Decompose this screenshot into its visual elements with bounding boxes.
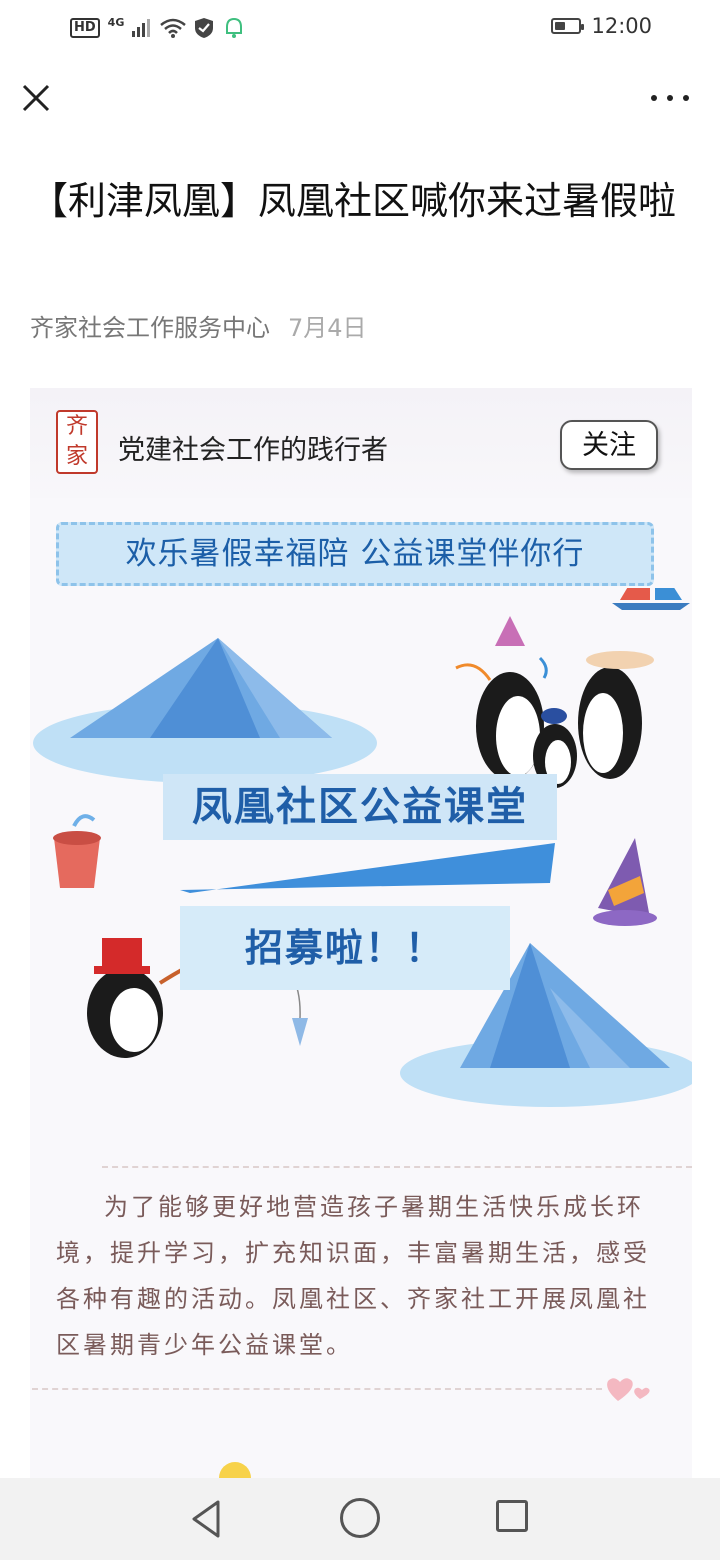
status-right: 12:00: [551, 14, 652, 38]
account-name: 党建社会工作的践行者: [118, 435, 388, 466]
sailboat-icon: [612, 588, 690, 610]
recent-apps-icon[interactable]: [496, 1500, 528, 1532]
back-icon[interactable]: [184, 1496, 230, 1542]
publish-date: 7月4日: [288, 314, 367, 342]
article-title: 【利津凤凰】凤凰社区喊你来过暑假啦: [30, 179, 677, 223]
system-nav-bar: [0, 1478, 720, 1560]
top-nav: [0, 60, 720, 136]
author-link[interactable]: 齐家社会工作服务中心: [30, 314, 270, 342]
home-icon[interactable]: [340, 1498, 380, 1538]
more-icon[interactable]: [648, 84, 692, 112]
party-hat-icon: [593, 838, 657, 926]
divider-bottom: [32, 1388, 602, 1390]
shield-icon: [195, 18, 214, 38]
penguin-family-icon: [455, 616, 654, 788]
signal-icon: [132, 19, 151, 37]
close-icon[interactable]: [18, 80, 54, 116]
headline-band: 凤凰社区公益课堂: [163, 774, 557, 840]
article-meta: 齐家社会工作服务中心 7月4日: [30, 308, 367, 343]
sun-icon: [219, 1462, 251, 1480]
poster-illustration: [33, 588, 692, 1107]
battery-icon: [551, 18, 585, 34]
poster-image: 齐 家 党建社会工作的践行者 关注 欢乐暑假幸福陪 公益课堂伴你行 凤凰社区公益…: [30, 388, 692, 1480]
battery-fill: [555, 22, 566, 30]
recruit-band: 招募啦！！: [180, 906, 510, 990]
ribbon-shape: [180, 843, 555, 893]
slogan-banner: 欢乐暑假幸福陪 公益课堂伴你行: [56, 522, 654, 586]
status-left: HD 4G: [70, 16, 246, 40]
logo-text-top: 齐: [65, 414, 88, 439]
logo-text-bottom: 家: [65, 444, 88, 469]
qijia-logo: 齐 家: [56, 410, 98, 474]
left-iceberg-icon: [33, 638, 377, 783]
intro-paragraph: 为了能够更好地营造孩子暑期生活快乐成长环境，提升学习，扩充知识面，丰富暑期生活，…: [56, 1193, 650, 1359]
divider-top: [102, 1166, 692, 1168]
wifi-icon: [160, 18, 187, 38]
hd-label: HD: [70, 18, 100, 38]
follow-button[interactable]: 关注: [560, 420, 658, 470]
poster-header: 齐 家 党建社会工作的践行者 关注: [30, 388, 692, 498]
network-type-label: 4G: [107, 15, 125, 29]
bucket-icon: [53, 814, 101, 888]
heart-icon-right: [607, 1378, 650, 1401]
clock: 12:00: [591, 14, 652, 38]
notification-icon: [226, 17, 243, 38]
status-bar: HD 4G 12:00: [0, 0, 720, 56]
